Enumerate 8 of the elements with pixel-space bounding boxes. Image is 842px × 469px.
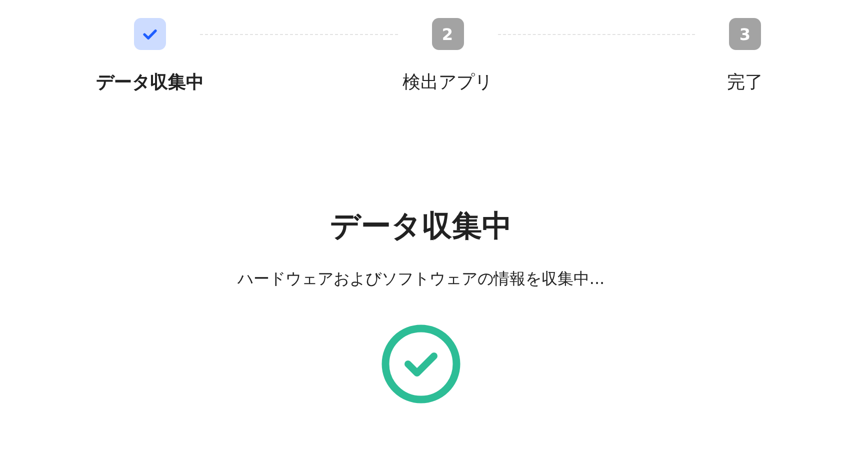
check-icon — [143, 28, 157, 40]
page-title: データ収集中 — [330, 208, 512, 246]
status-message: ハードウェアおよびソフトウェアの情報を収集中... — [237, 269, 605, 290]
step-label: データ収集中 — [96, 71, 204, 94]
step-number-badge: 3 — [729, 18, 761, 50]
step-number-badge: 2 — [432, 18, 464, 50]
step-label: 検出アプリ — [402, 71, 492, 94]
step-label: 完了 — [727, 71, 763, 94]
